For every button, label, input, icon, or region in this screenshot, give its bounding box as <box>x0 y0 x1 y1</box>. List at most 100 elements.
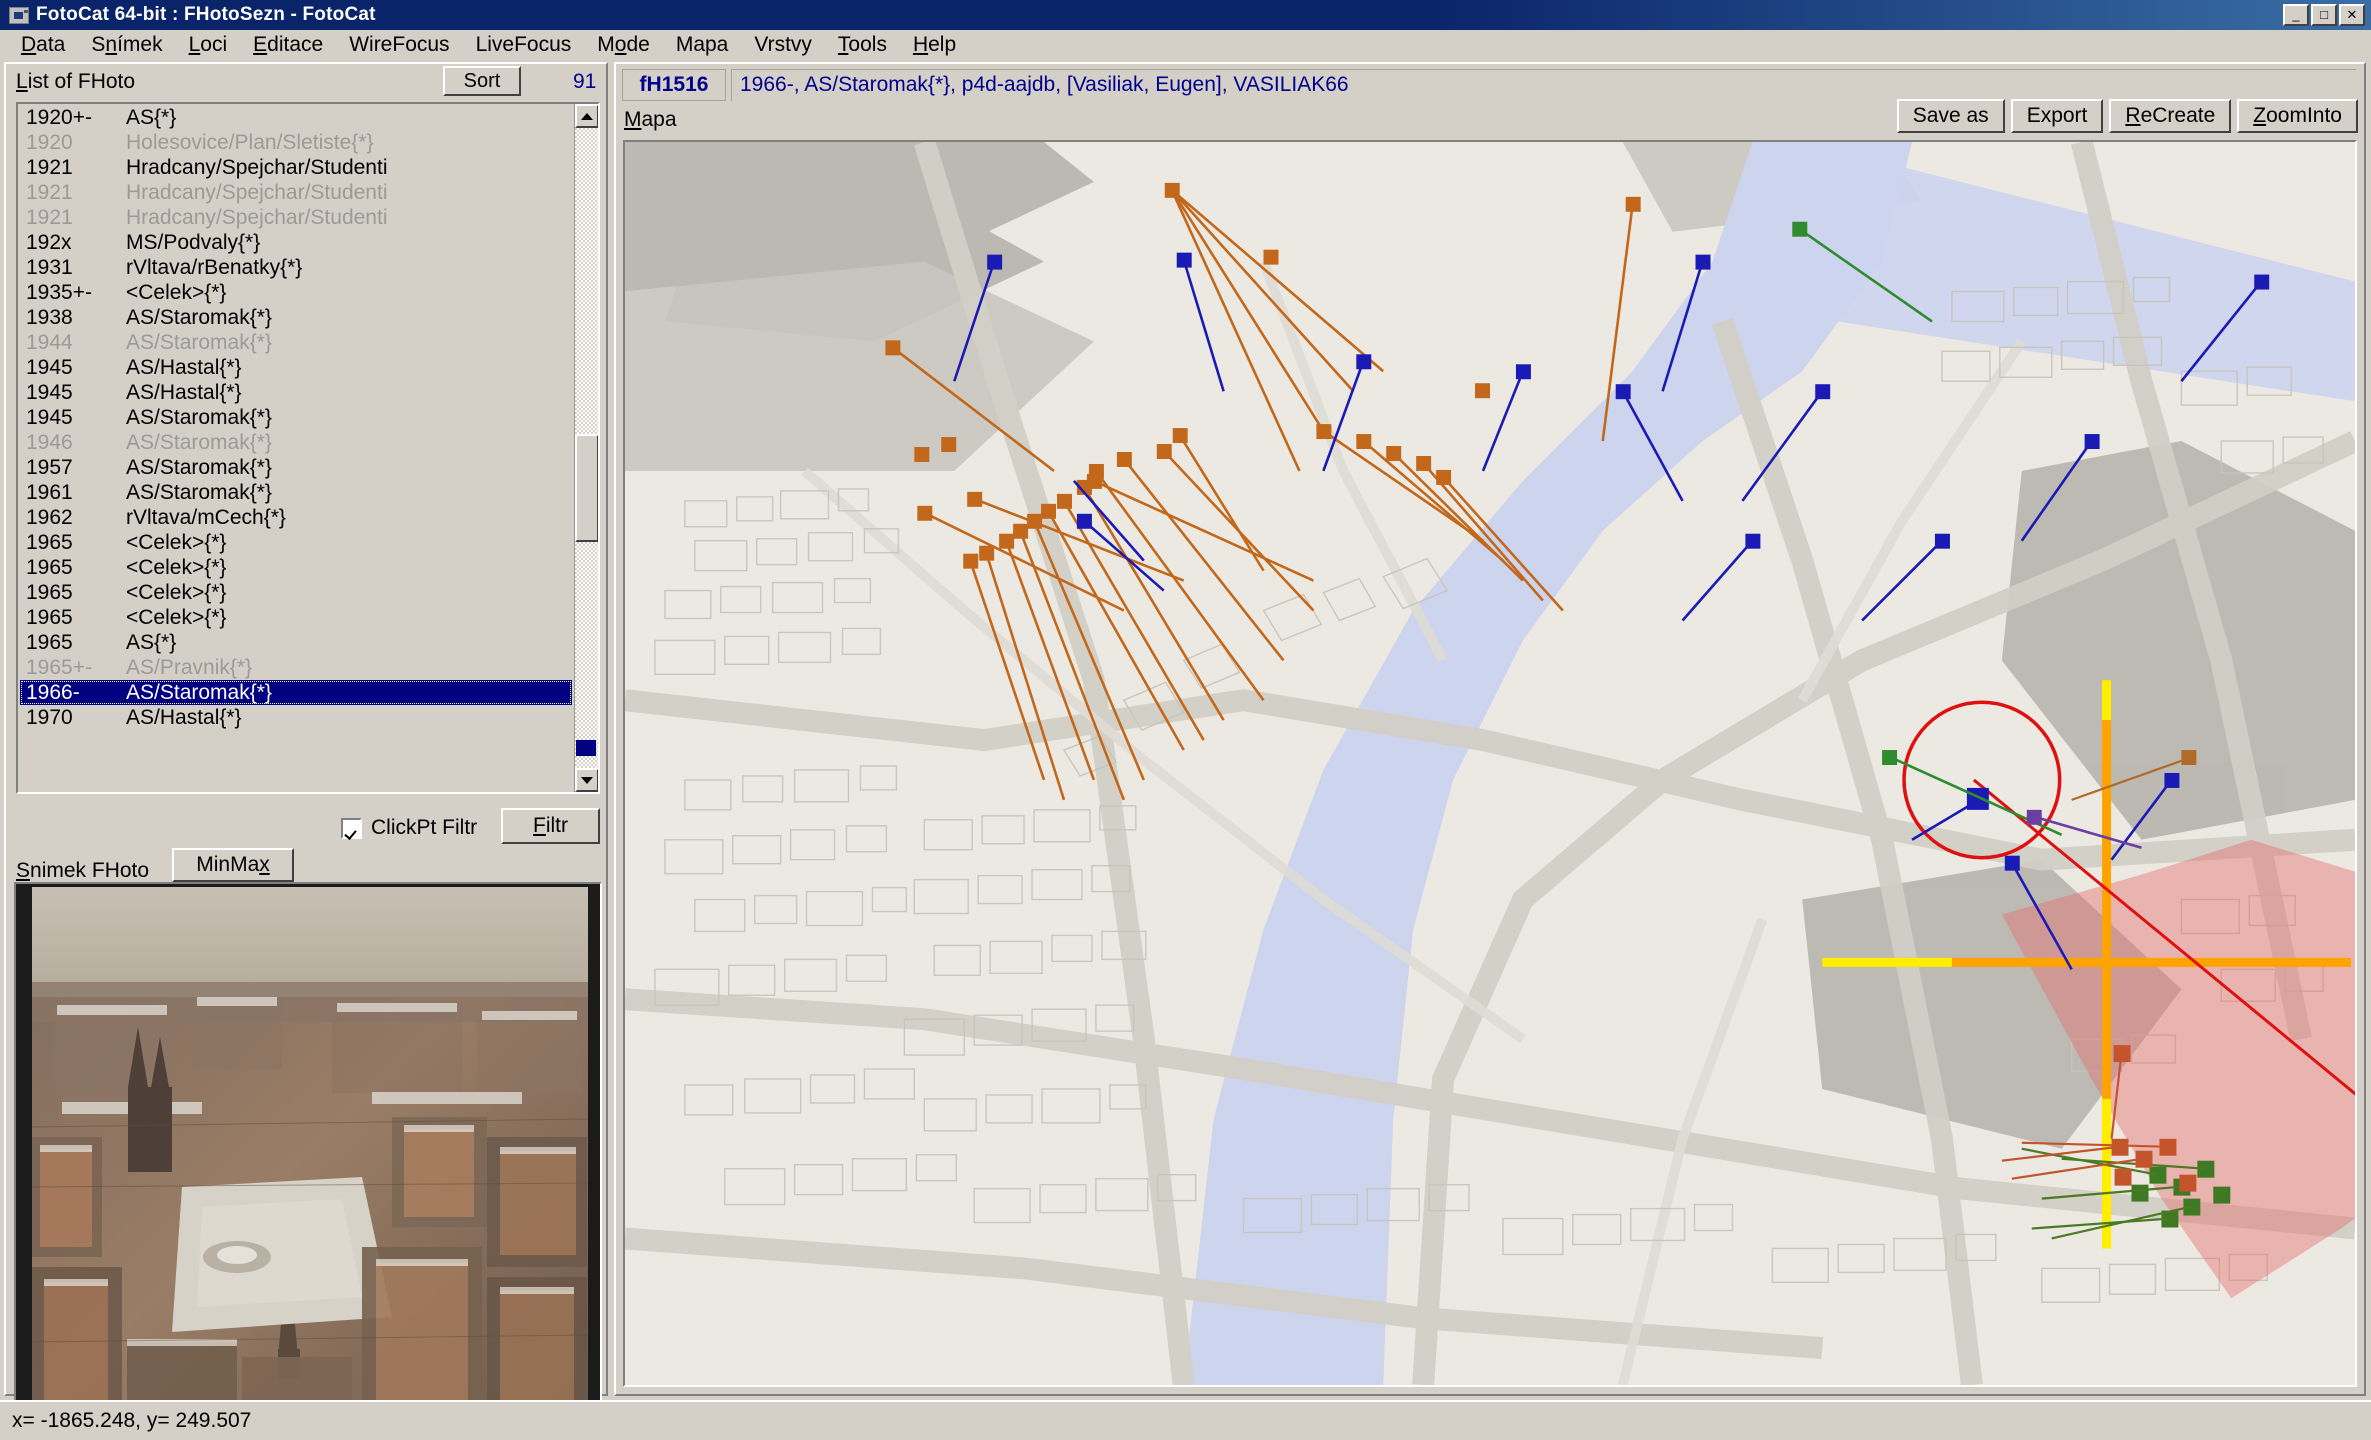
list-item-name: <Celek>{*} <box>126 605 227 629</box>
list-item[interactable]: 1945 AS/Staromak{*} <box>20 405 572 430</box>
list-item-year: 1970 <box>26 705 73 729</box>
list-item[interactable]: 1957 AS/Staromak{*} <box>20 455 572 480</box>
camera-icon <box>9 6 29 24</box>
menu-item-snmek[interactable]: Snímek <box>78 31 175 59</box>
map-viewport[interactable] <box>623 140 2357 1387</box>
menu-item-mapa[interactable]: Mapa <box>663 31 742 59</box>
list-item-name: <Celek>{*} <box>126 555 227 579</box>
list-item[interactable]: 1920 Holesovice/Plan/Sletiste{*} <box>20 130 572 155</box>
list-item-year: 1921 <box>26 205 73 229</box>
list-item-name: AS/Staromak{*} <box>126 680 272 704</box>
list-item-year: 1961 <box>26 480 73 504</box>
close-button[interactable]: ✕ <box>2339 4 2365 26</box>
list-item[interactable]: 1944 AS/Staromak{*} <box>20 330 572 355</box>
zoominto-button[interactable]: ZoomInto <box>2237 99 2358 133</box>
list-item-year: 1945 <box>26 405 73 429</box>
list-item[interactable]: 1938 AS/Staromak{*} <box>20 305 572 330</box>
record-description-field[interactable]: 1966-, AS/Staromak{*}, p4d-aajdb, [Vasil… <box>731 69 2356 101</box>
clickpt-filtr-checkbox[interactable]: ClickPt Filtr <box>341 816 477 840</box>
scroll-thumb[interactable] <box>575 434 598 542</box>
fhoto-listbox[interactable]: 1920+- AS{*} 1920 Holesovice/Plan/Sletiste{… <box>16 102 600 794</box>
snimek-accel: S <box>16 859 31 882</box>
list-item[interactable]: 1965+- AS/Pravnik{*} <box>20 655 572 680</box>
list-item-name: Hradcany/Spejchar/Studenti <box>126 180 388 204</box>
list-item[interactable]: 1921 Hradcany/Spejchar/Studenti <box>20 155 572 180</box>
menu-item-editace[interactable]: Editace <box>240 31 336 59</box>
list-item[interactable]: 1946 AS/Staromak{*} <box>20 430 572 455</box>
scroll-up-icon[interactable] <box>575 104 598 128</box>
list-item-year: 1921 <box>26 155 73 179</box>
list-item[interactable]: 1970 AS/Hastal{*} <box>20 705 572 730</box>
minmax-rest: MinMa <box>196 853 260 876</box>
list-item-name: Hradcany/Spejchar/Studenti <box>126 155 388 179</box>
list-item[interactable]: 1921 Hradcany/Spejchar/Studenti <box>20 205 572 230</box>
list-item-name: AS/Staromak{*} <box>126 480 272 504</box>
menu-item-livefocus[interactable]: LiveFocus <box>463 31 585 59</box>
menu-item-loci[interactable]: Loci <box>176 31 241 59</box>
menu-item-tools[interactable]: Tools <box>825 31 900 59</box>
list-item[interactable]: 1931 rVltava/rBenatky{*} <box>20 255 572 280</box>
window-controls: _ □ ✕ <box>2283 4 2368 26</box>
list-item-name: AS/Staromak{*} <box>126 305 272 329</box>
menu-item-help[interactable]: Help <box>900 31 969 59</box>
list-vertical-scrollbar[interactable] <box>574 104 598 792</box>
recreate-button[interactable]: ReCreate <box>2109 99 2232 133</box>
record-count: 91 <box>573 70 597 93</box>
list-item-year: 1965 <box>26 530 73 554</box>
list-item-name: AS/Staromak{*} <box>126 405 272 429</box>
list-item-name: AS/Staromak{*} <box>126 455 272 479</box>
filtr-button[interactable]: Filtr <box>501 808 600 844</box>
record-id-field[interactable]: fH1516 <box>622 69 726 101</box>
mapa-rest: apa <box>641 108 677 131</box>
list-item[interactable]: 1921 Hradcany/Spejchar/Studenti <box>20 180 572 205</box>
list-item[interactable]: 1965 <Celek>{*} <box>20 605 572 630</box>
list-item[interactable]: 1945 AS/Hastal{*} <box>20 380 572 405</box>
list-item-name: AS{*} <box>126 105 177 129</box>
list-item-name: AS/Hastal{*} <box>126 355 242 379</box>
list-item[interactable]: 1945 AS/Hastal{*} <box>20 355 572 380</box>
list-item-name: rVltava/mCech{*} <box>126 505 286 529</box>
clickpt-filtr-label: ClickPt Filtr <box>371 816 478 839</box>
fhoto-list-rows: 1920+- AS{*} 1920 Holesovice/Plan/Sletiste{… <box>20 105 572 730</box>
list-item-name: AS/Staromak{*} <box>126 430 272 454</box>
maximize-button[interactable]: □ <box>2311 4 2337 26</box>
title-bar: FotoCat 64-bit : FHotoSezn - FotoCat _ □… <box>0 0 2371 30</box>
list-item[interactable]: 192x MS/Podvaly{*} <box>20 230 572 255</box>
list-item[interactable]: 1935+- <Celek>{*} <box>20 280 572 305</box>
map-canvas[interactable] <box>625 142 2355 1385</box>
scroll-down-icon[interactable] <box>575 768 598 792</box>
list-item[interactable]: 1965 AS{*} <box>20 630 572 655</box>
fhoto-preview-panel[interactable] <box>14 882 602 1427</box>
list-item-year: 1965 <box>26 605 73 629</box>
list-item-year: 1957 <box>26 455 73 479</box>
menu-item-data[interactable]: Data <box>8 31 78 59</box>
minmax-button[interactable]: MinMax <box>172 848 294 882</box>
list-item-name: AS/Staromak{*} <box>126 330 272 354</box>
window-title: FotoCat 64-bit : FHotoSezn - FotoCat <box>36 4 376 25</box>
list-item-year: 1945 <box>26 380 73 404</box>
list-item-name: <Celek>{*} <box>126 580 227 604</box>
menu-item-mode[interactable]: Mode <box>584 31 663 59</box>
mapa-label: Mapa <box>624 108 677 132</box>
map-toolbar: Save as Export ReCreate ZoomInto <box>1896 99 2358 133</box>
list-item-year: 1965 <box>26 580 73 604</box>
list-item-year: 1921 <box>26 180 73 204</box>
list-item[interactable]: 1961 AS/Staromak{*} <box>20 480 572 505</box>
sort-button[interactable]: Sort <box>443 66 521 96</box>
fotocat-application-window: FotoCat 64-bit : FHotoSezn - FotoCat _ □… <box>0 0 2371 1440</box>
list-item[interactable]: 1962 rVltava/mCech{*} <box>20 505 572 530</box>
save-as-button[interactable]: Save as <box>1896 99 2005 133</box>
list-item-name: MS/Podvaly{*} <box>126 230 261 254</box>
menu-item-vrstvy[interactable]: Vrstvy <box>741 31 825 59</box>
checkbox-check-icon[interactable] <box>341 817 362 839</box>
list-item-name: Hradcany/Spejchar/Studenti <box>126 205 388 229</box>
minimize-button[interactable]: _ <box>2283 4 2309 26</box>
export-button[interactable]: Export <box>2010 99 2104 133</box>
list-item[interactable]: 1965 <Celek>{*} <box>20 555 572 580</box>
list-item[interactable]: 1920+- AS{*} <box>20 105 572 130</box>
list-item[interactable]: 1966- AS/Staromak{*} <box>20 680 572 705</box>
list-item[interactable]: 1965 <Celek>{*} <box>20 580 572 605</box>
list-item[interactable]: 1965 <Celek>{*} <box>20 530 572 555</box>
list-label-accel: L <box>16 70 28 93</box>
menu-item-wirefocus[interactable]: WireFocus <box>336 31 462 59</box>
